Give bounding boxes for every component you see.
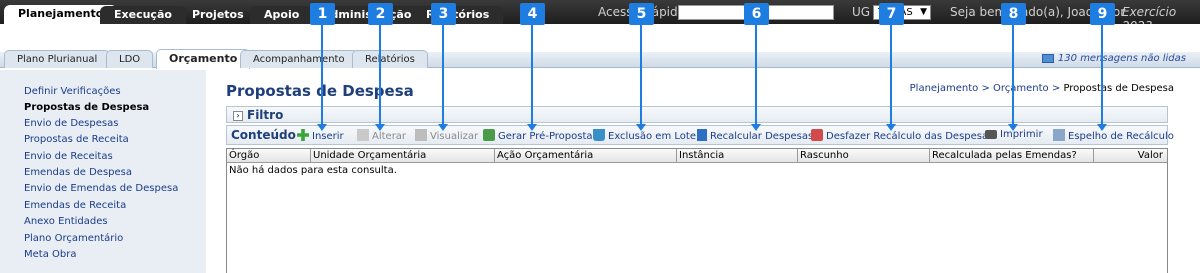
sidebar-item-envio-emendas-despesa[interactable]: Envio de Emendas de Despesa xyxy=(24,183,178,194)
sidebar-item-meta-obra[interactable]: Meta Obra xyxy=(24,249,76,260)
sidebar-item-emendas-receita[interactable]: Emendas de Receita xyxy=(24,200,126,211)
edit-icon xyxy=(357,129,369,141)
empty-message: Não há dados para esta consulta. xyxy=(229,165,397,176)
breadcrumb: Planejamento > Orçamento > Propostas de … xyxy=(909,83,1174,94)
expand-icon: › xyxy=(233,111,243,121)
sidebar-item-anexo-entidades[interactable]: Anexo Entidades xyxy=(24,216,108,227)
edit-label: Alterar xyxy=(372,131,407,142)
data-grid: Órgão Unidade Orçamentária Ação Orçament… xyxy=(226,148,1168,273)
callout-7-pointer xyxy=(886,25,896,131)
subtab-acompanhamento[interactable]: Acompanhamento xyxy=(240,50,358,68)
tab-projetos[interactable]: Projetos xyxy=(178,6,258,24)
callout-3: 3 xyxy=(431,3,456,25)
envelope-icon xyxy=(1041,53,1054,63)
insert-label: Inserir xyxy=(312,131,344,142)
callout-4-pointer xyxy=(527,25,537,131)
callout-2-pointer xyxy=(375,25,385,131)
sidebar: Definir Verificações Propostas de Despes… xyxy=(0,70,206,273)
column-header-instancia[interactable]: Instância xyxy=(676,149,797,163)
recalculate-label: Recalcular Despesas xyxy=(710,131,814,142)
callout-1-pointer xyxy=(317,25,327,131)
batch-delete-icon xyxy=(593,129,605,141)
chevron-down-icon: ▼ xyxy=(920,7,927,17)
callout-5: 5 xyxy=(629,3,654,25)
content-label: Conteúdo xyxy=(231,128,296,142)
sub-navigation-bar: Plano Plurianual LDO Orçamento Acompanha… xyxy=(0,24,1200,69)
sidebar-item-plano-orcamentario[interactable]: Plano Orçamentário xyxy=(24,233,123,244)
subtab-orcamento[interactable]: Orçamento xyxy=(156,49,251,69)
column-header-unidade-orcamentaria[interactable]: Unidade Orçamentária xyxy=(310,149,494,163)
printer-icon xyxy=(985,130,997,139)
column-header-recalculada[interactable]: Recalculada pelas Emendas? xyxy=(929,149,1093,163)
toolbar: Conteúdo Inserir Alterar Visualizar Gera… xyxy=(226,125,1174,145)
column-header-orgao[interactable]: Órgão xyxy=(227,149,310,163)
main-content: Propostas de Despesa Planejamento > Orça… xyxy=(206,70,1200,273)
column-header-valor[interactable]: Valor xyxy=(1093,149,1167,163)
view-label: Visualizar xyxy=(430,131,479,142)
filter-panel[interactable]: › Filtro xyxy=(226,106,1168,123)
batch-delete-label: Exclusão em Lote xyxy=(608,131,696,142)
undo-recalculate-label: Desfazer Recálculo das Despesas xyxy=(826,131,994,142)
column-header-acao-orcamentaria[interactable]: Ação Orçamentária xyxy=(494,149,676,163)
column-header-rascunho[interactable]: Rascunho xyxy=(797,149,929,163)
callout-7: 7 xyxy=(879,3,904,25)
subtab-plano-plurianual[interactable]: Plano Plurianual xyxy=(4,50,111,68)
filter-toggle[interactable]: › Filtro xyxy=(233,108,283,122)
ug-label: UG xyxy=(852,5,871,19)
sidebar-item-propostas-despesa[interactable]: Propostas de Despesa xyxy=(24,102,149,113)
callout-6: 6 xyxy=(744,3,769,25)
calculator-icon xyxy=(697,129,707,141)
view-icon xyxy=(415,129,427,141)
callout-9-pointer xyxy=(1097,25,1107,131)
generate-icon xyxy=(483,129,495,141)
plus-icon xyxy=(297,129,309,141)
callout-8-pointer xyxy=(1008,25,1018,131)
page-title: Propostas de Despesa xyxy=(226,82,414,100)
unread-messages-text: 130 mensagens não lidas xyxy=(1057,53,1186,64)
breadcrumb-orcamento[interactable]: Orçamento xyxy=(993,83,1049,94)
callout-2: 2 xyxy=(368,3,393,25)
undo-recalc-icon xyxy=(811,129,823,141)
callout-1: 1 xyxy=(310,3,335,25)
subtab-ldo[interactable]: LDO xyxy=(106,50,154,68)
breadcrumb-planejamento[interactable]: Planejamento xyxy=(910,83,979,94)
callout-6-pointer xyxy=(751,25,761,131)
breadcrumb-current: Propostas de Despesa xyxy=(1063,83,1174,94)
callout-5-pointer xyxy=(636,25,646,131)
callout-8: 8 xyxy=(1001,3,1026,25)
generate-label: Gerar Pré-Proposta xyxy=(498,131,593,142)
subtab-relatorios[interactable]: Relatórios xyxy=(352,50,428,68)
sidebar-item-propostas-receita[interactable]: Propostas de Receita xyxy=(24,134,129,145)
undo-recalculate-button[interactable]: Desfazer Recálculo das Despesas xyxy=(811,129,993,142)
report-icon xyxy=(1053,129,1065,141)
callout-4: 4 xyxy=(520,3,545,25)
tab-execucao[interactable]: Execução xyxy=(100,6,186,24)
callout-9: 9 xyxy=(1090,3,1115,25)
filter-label: Filtro xyxy=(247,108,284,122)
sidebar-item-envio-receitas[interactable]: Envio de Receitas xyxy=(24,151,113,162)
print-label: Imprimir xyxy=(1000,129,1043,140)
recalc-mirror-label: Espelho de Recálculo xyxy=(1068,131,1174,142)
grid-header: Órgão Unidade Orçamentária Ação Orçament… xyxy=(227,149,1167,163)
tab-relatorios[interactable]: Relatórios xyxy=(412,6,504,24)
sidebar-item-envio-despesas[interactable]: Envio de Despesas xyxy=(24,118,118,129)
sidebar-item-definir-verificacoes[interactable]: Definir Verificações xyxy=(24,86,121,97)
sidebar-item-emendas-despesa[interactable]: Emendas de Despesa xyxy=(24,167,132,178)
unread-messages-link[interactable]: 130 mensagens não lidas xyxy=(1041,53,1186,64)
tab-apoio[interactable]: Apoio xyxy=(250,6,314,24)
callout-3-pointer xyxy=(438,25,448,131)
generate-preproposal-button[interactable]: Gerar Pré-Proposta xyxy=(483,129,593,142)
recalc-mirror-button[interactable]: Espelho de Recálculo xyxy=(1053,129,1174,142)
